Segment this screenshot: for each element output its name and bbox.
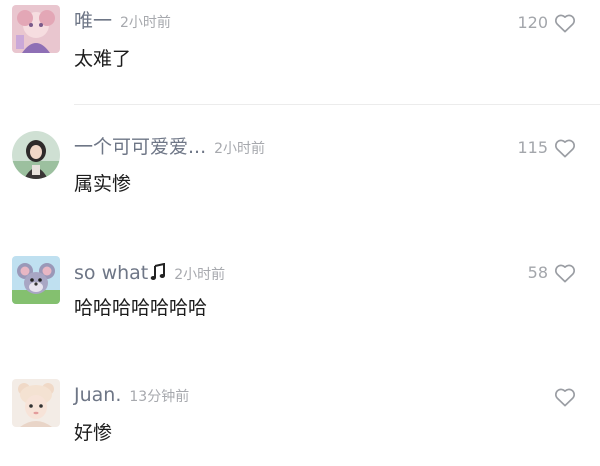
like-count: 115 bbox=[517, 138, 548, 157]
avatar[interactable] bbox=[12, 131, 60, 179]
comment-header: 唯一 2小时前 bbox=[74, 12, 171, 31]
avatar[interactable] bbox=[12, 256, 60, 304]
comment-item: 唯一 2小时前 120 太难了 bbox=[0, 0, 600, 104]
username[interactable]: 一个可可爱爱... bbox=[74, 136, 206, 158]
comment-header: 一个可可爱爱... 2小时前 bbox=[74, 138, 265, 157]
comment-header: so what 2小时前 bbox=[74, 263, 225, 283]
timestamp: 2小时前 bbox=[174, 267, 226, 283]
username[interactable]: so what bbox=[74, 262, 148, 284]
username[interactable]: 唯一 bbox=[74, 10, 112, 32]
username[interactable]: Juan. bbox=[74, 384, 121, 406]
comment-text: 哈哈哈哈哈哈哈 bbox=[74, 297, 208, 319]
like-count: 120 bbox=[517, 13, 548, 32]
timestamp: 2小时前 bbox=[214, 141, 266, 157]
avatar[interactable] bbox=[12, 5, 60, 53]
like-button[interactable]: 120 bbox=[517, 13, 576, 33]
like-button[interactable] bbox=[548, 387, 576, 407]
heart-icon[interactable] bbox=[554, 13, 576, 33]
comment-text: 太难了 bbox=[74, 48, 132, 70]
divider bbox=[74, 104, 600, 105]
timestamp: 13分钟前 bbox=[129, 389, 190, 405]
avatar[interactable] bbox=[12, 379, 60, 427]
timestamp: 2小时前 bbox=[120, 15, 171, 31]
comment-header: Juan. 13分钟前 bbox=[74, 386, 189, 405]
like-button[interactable]: 115 bbox=[517, 138, 576, 158]
like-count: 58 bbox=[527, 263, 548, 282]
like-button[interactable]: 58 bbox=[528, 263, 576, 283]
comment-text: 属实惨 bbox=[74, 173, 132, 195]
heart-icon[interactable] bbox=[554, 138, 576, 158]
comment-text: 好惨 bbox=[74, 422, 113, 444]
heart-icon[interactable] bbox=[554, 263, 576, 283]
heart-icon[interactable] bbox=[554, 387, 576, 407]
music-note-icon bbox=[150, 263, 166, 280]
